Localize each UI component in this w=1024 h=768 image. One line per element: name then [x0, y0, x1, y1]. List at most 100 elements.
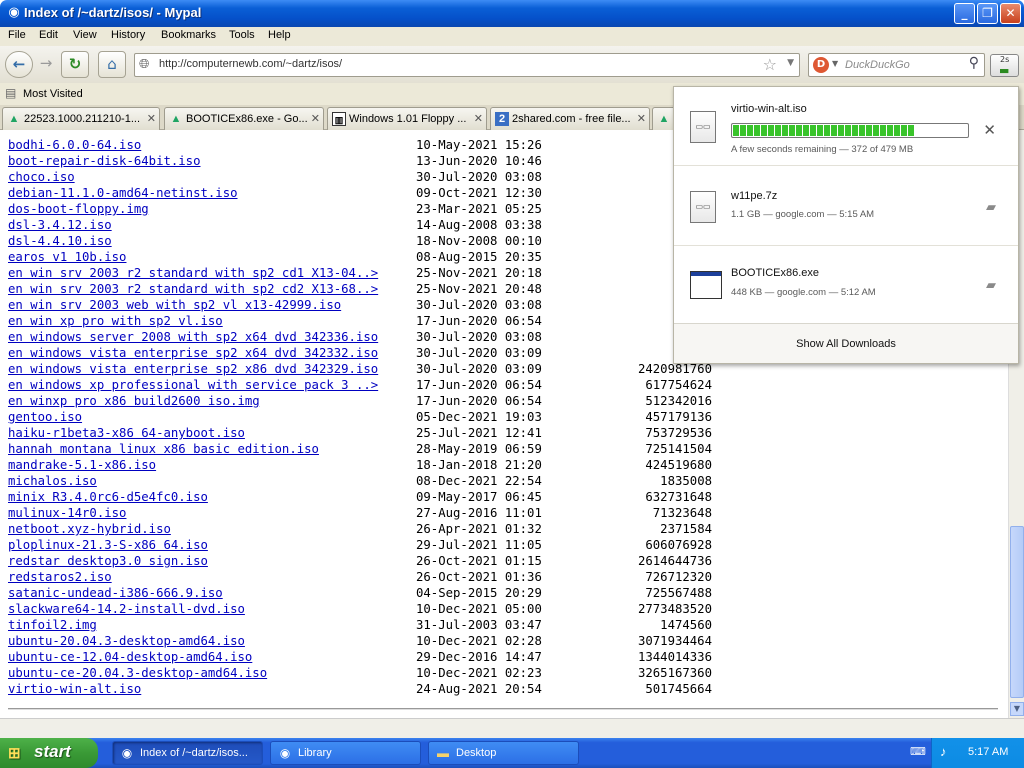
download-item-booticex86[interactable]: BOOTICEx86.exe 448 KB — google.com — 5:1…: [674, 247, 1018, 326]
engine-dropdown-icon[interactable]: ▼: [832, 59, 838, 68]
file-link[interactable]: hannah montana linux x86 basic edition.i…: [8, 442, 319, 456]
tab-booticex86[interactable]: ▲ BOOTICEx86.exe - Go... ✕: [164, 107, 324, 130]
file-link[interactable]: en win srv 2003 r2 standard with sp2 cd1…: [8, 266, 378, 280]
tab-close-icon[interactable]: ✕: [147, 112, 156, 125]
file-link[interactable]: haiku-r1beta3-x86 64-anyboot.iso: [8, 426, 245, 440]
file-link[interactable]: en win srv 2003 web with sp2 vl x13-4299…: [8, 298, 341, 312]
start-button[interactable]: ⊞ start: [0, 738, 98, 768]
menu-edit[interactable]: Edit: [39, 29, 58, 41]
file-link[interactable]: mulinux-14r0.iso: [8, 506, 126, 520]
file-link[interactable]: netboot.xyz-hybrid.iso: [8, 522, 171, 536]
menu-view[interactable]: View: [73, 29, 97, 41]
scrollbar-thumb[interactable]: [1010, 526, 1024, 698]
file-link[interactable]: en windows vista enterprise sp2 x86 dvd …: [8, 362, 378, 376]
duckduckgo-icon[interactable]: D: [813, 57, 829, 73]
file-date: 08-Dec-2021 22:54: [416, 474, 542, 488]
file-link[interactable]: debian-11.1.0-amd64-netinst.iso: [8, 186, 238, 200]
bookmark-star-icon[interactable]: ☆: [763, 55, 777, 74]
file-link[interactable]: en winxp pro x86 build2600 iso.img: [8, 394, 260, 408]
minimize-button[interactable]: _: [954, 3, 975, 24]
taskbar-item-desktop[interactable]: ▬ Desktop: [428, 741, 579, 765]
forward-button[interactable]: →: [35, 51, 57, 78]
download-item-virtio[interactable]: ▭▭ virtio-win-alt.iso A few seconds rema…: [674, 87, 1018, 166]
file-date: 26-Oct-2021 01:36: [416, 570, 542, 584]
search-placeholder[interactable]: DuckDuckGo: [845, 59, 910, 71]
file-link[interactable]: virtio-win-alt.iso: [8, 682, 141, 696]
back-button[interactable]: ←: [5, 51, 33, 78]
keyboard-icon[interactable]: ⌨: [910, 745, 926, 758]
url-dropdown-icon[interactable]: ▼: [787, 58, 794, 68]
listing-row: tinfoil2.img 31-Jul-2003 03:47 1474560: [0, 618, 1008, 634]
listing-row: gentoo.iso 05-Dec-2021 19:03 457179136: [0, 410, 1008, 426]
tab-close-icon[interactable]: ✕: [311, 112, 320, 125]
tab-close-icon[interactable]: ✕: [637, 112, 646, 125]
file-date: 09-Oct-2021 12:30: [416, 186, 542, 200]
menu-help[interactable]: Help: [268, 29, 291, 41]
tab-close-icon[interactable]: ✕: [474, 112, 483, 125]
file-date: 24-Aug-2021 20:54: [416, 682, 542, 696]
taskbar-item-library[interactable]: ◉ Library: [270, 741, 421, 765]
file-link[interactable]: choco.iso: [8, 170, 75, 184]
2shared-icon: 2: [495, 112, 509, 126]
menu-history[interactable]: History: [111, 29, 145, 41]
file-link[interactable]: en windows server 2008 with sp2 x64 dvd …: [8, 330, 378, 344]
file-link[interactable]: minix R3.4.0rc6-d5e4fc0.iso: [8, 490, 208, 504]
taskbar-item-browser[interactable]: ◉ Index of /~dartz/isos...: [112, 741, 263, 765]
url-bar[interactable]: 🌐︎ http://computernewb.com/~dartz/isos/ …: [134, 53, 800, 77]
open-folder-icon[interactable]: ▰: [986, 199, 996, 215]
maximize-button[interactable]: ❐: [977, 3, 998, 24]
file-link[interactable]: mandrake-5.1-x86.iso: [8, 458, 156, 472]
search-icon[interactable]: ⚲: [969, 55, 979, 71]
file-link[interactable]: en win xp pro with sp2 vl.iso: [8, 314, 223, 328]
clock[interactable]: 5:17 AM: [968, 746, 1008, 758]
file-link[interactable]: en windows vista enterprise sp2 x64 dvd …: [8, 346, 378, 360]
mypal-app-icon[interactable]: ◉: [6, 5, 22, 21]
url-text[interactable]: http://computernewb.com/~dartz/isos/: [159, 58, 342, 70]
taskbar-item-label: Index of /~dartz/isos...: [140, 747, 248, 759]
menu-file[interactable]: File: [8, 29, 26, 41]
bookmark-most-visited[interactable]: Most Visited: [23, 88, 83, 100]
file-link[interactable]: satanic-undead-i386-666.9.iso: [8, 586, 223, 600]
file-link[interactable]: ubuntu-ce-12.04-desktop-amd64.iso: [8, 650, 252, 664]
file-link[interactable]: dos-boot-floppy.img: [8, 202, 149, 216]
file-link[interactable]: gentoo.iso: [8, 410, 82, 424]
menu-bookmarks[interactable]: Bookmarks: [161, 29, 216, 41]
file-link[interactable]: ubuntu-20.04.3-desktop-amd64.iso: [8, 634, 245, 648]
close-button[interactable]: ✕: [1000, 3, 1021, 24]
cancel-download-icon[interactable]: ✕: [983, 121, 996, 139]
tab-windows-floppy[interactable]: ▥ Windows 1.01 Floppy ... ✕: [327, 107, 487, 130]
file-link[interactable]: ubuntu-ce-20.04.3-desktop-amd64.iso: [8, 666, 267, 680]
menu-tools[interactable]: Tools: [229, 29, 255, 41]
file-link[interactable]: boot-repair-disk-64bit.iso: [8, 154, 201, 168]
file-link[interactable]: redstaros2.iso: [8, 570, 112, 584]
file-link[interactable]: ploplinux-21.3-S-x86 64.iso: [8, 538, 208, 552]
search-bar[interactable]: D ▼ DuckDuckGo ⚲: [808, 53, 985, 77]
scroll-down-arrow-icon[interactable]: ▼: [1010, 702, 1024, 716]
home-button[interactable]: ⌂: [98, 51, 126, 78]
tab-22523[interactable]: ▲ 22523.1000.211210-1... ✕: [2, 107, 160, 130]
site-identity-icon[interactable]: 🌐︎: [139, 57, 155, 73]
volume-icon[interactable]: ♪: [940, 744, 947, 759]
download-item-w11pe[interactable]: ▭▭ w11pe.7z 1.1 GB — google.com — 5:15 A…: [674, 167, 1018, 246]
file-link[interactable]: michalos.iso: [8, 474, 97, 488]
listing-row: redstar desktop3.0 sign.iso 26-Oct-2021 0…: [0, 554, 1008, 570]
file-link[interactable]: dsl-3.4.12.iso: [8, 218, 112, 232]
file-link[interactable]: en windows xp professional with service …: [8, 378, 378, 392]
file-size: 457179136: [645, 410, 712, 424]
file-link[interactable]: en win srv 2003 r2 standard with sp2 cd2…: [8, 282, 378, 296]
reload-button[interactable]: ↻: [61, 51, 89, 78]
file-link[interactable]: dsl-4.4.10.iso: [8, 234, 112, 248]
file-date: 14-Aug-2008 03:38: [416, 218, 542, 232]
file-link[interactable]: tinfoil2.img: [8, 618, 97, 632]
file-link[interactable]: slackware64-14.2-install-dvd.iso: [8, 602, 245, 616]
file-link[interactable]: earos v1 10b.iso: [8, 250, 126, 264]
file-link[interactable]: bodhi-6.0.0-64.iso: [8, 138, 141, 152]
file-link[interactable]: redstar desktop3.0 sign.iso: [8, 554, 208, 568]
tab-2shared[interactable]: 2 2shared.com - free file... ✕: [490, 107, 650, 130]
downloads-button[interactable]: 2s ▬: [990, 54, 1019, 77]
listing-row: ubuntu-ce-20.04.3-desktop-amd64.iso 10-De…: [0, 666, 1008, 682]
windows-logo-icon: ⊞: [8, 745, 21, 762]
show-all-downloads-button[interactable]: Show All Downloads: [674, 323, 1018, 363]
open-folder-icon[interactable]: ▰: [986, 277, 996, 293]
horizontal-scrollbar[interactable]: [0, 718, 1024, 738]
